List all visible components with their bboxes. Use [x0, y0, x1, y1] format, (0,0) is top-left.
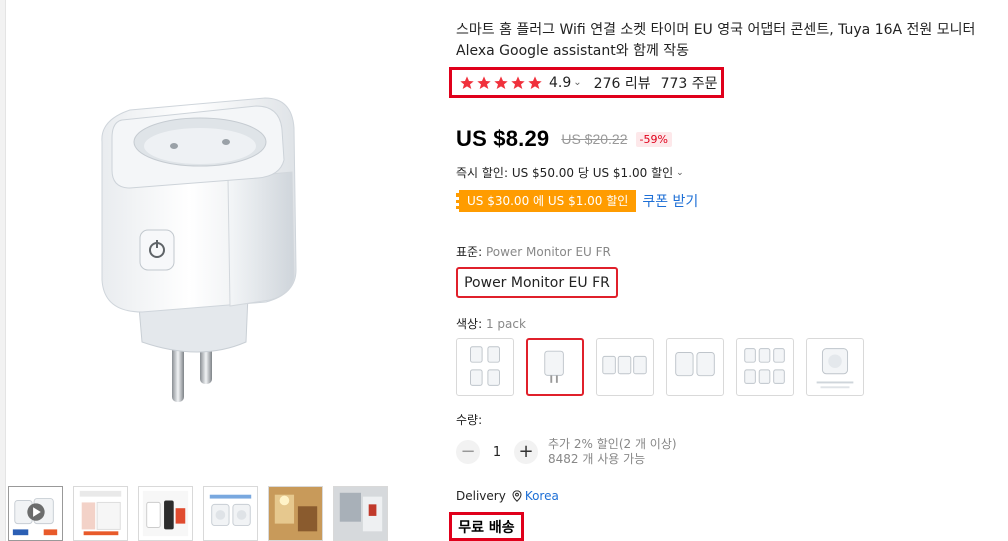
standard-option-button[interactable]: Power Monitor EU FR — [456, 267, 618, 298]
orders-count: 773 주문 — [660, 75, 718, 92]
thumbnail-5[interactable] — [268, 486, 323, 541]
swatch-4-pack[interactable] — [456, 338, 514, 396]
color-label-text: 색상: — [456, 317, 486, 331]
delivery-country-link[interactable]: Korea — [525, 489, 559, 503]
thumbnail-4[interactable] — [203, 486, 258, 541]
star-icon — [460, 75, 474, 89]
star-icon — [477, 75, 491, 89]
swatch-2-pack[interactable] — [666, 338, 724, 396]
color-selected-value: 1 pack — [485, 317, 526, 331]
chevron-down-icon[interactable]: ⌄ — [573, 77, 581, 88]
star-icon — [511, 75, 525, 89]
standard-label-text: 표준: — [456, 245, 486, 259]
chevron-down-icon[interactable]: ⌄ — [676, 168, 684, 178]
quantity-increase-button[interactable]: + — [514, 440, 538, 464]
instant-discount-text: 즉시 할인: US $50.00 당 US $1.00 할인 — [456, 166, 674, 180]
thumbnail-2[interactable] — [73, 486, 128, 541]
original-price: US $20.22 — [561, 131, 628, 147]
thumbnail-3[interactable] — [138, 486, 193, 541]
swatch-6-pack[interactable] — [736, 338, 794, 396]
thumbnail-6[interactable] — [333, 486, 388, 541]
reviews-count[interactable]: 276 리뷰 — [594, 73, 651, 93]
swatch-1-pack[interactable] — [526, 338, 584, 396]
quantity-decrease-button[interactable]: − — [456, 440, 480, 464]
stock-available-note: 8482 개 사용 가능 — [548, 452, 646, 466]
bulk-discount-note: 추가 2% 할인(2 개 이상) — [548, 437, 677, 451]
quantity-label: 수량: — [456, 413, 483, 427]
color-option-label: 색상: 1 pack — [456, 315, 526, 332]
main-product-image — [60, 80, 390, 420]
price-row: US $8.29 US $20.22 -59% — [456, 126, 672, 152]
rating-summary: 4.9 ⌄ 276 리뷰 773 주문 — [449, 67, 724, 98]
get-coupon-link[interactable]: 쿠폰 받기 — [642, 191, 698, 211]
delivery-label: Delivery — [456, 489, 506, 503]
standard-selected-value: Power Monitor EU FR — [485, 245, 611, 259]
quantity-value[interactable]: 1 — [480, 445, 514, 460]
quantity-stepper: − 1 + 추가 2% 할인(2 개 이상) 8482 개 사용 가능 — [456, 437, 677, 467]
swatch-1-pack-box[interactable] — [806, 338, 864, 396]
rating-value[interactable]: 4.9 — [549, 75, 571, 91]
thumbnail-video[interactable] — [8, 486, 63, 541]
coupon-tag: US $30.00 에 US $1.00 할인 — [456, 190, 637, 212]
star-rating — [459, 75, 543, 91]
star-icon — [494, 75, 508, 89]
product-title: 스마트 홈 플러그 Wifi 연결 소켓 타이머 EU 영국 어댑터 콘센트, … — [456, 22, 976, 59]
coupon-row: US $30.00 에 US $1.00 할인 쿠폰 받기 — [456, 190, 698, 212]
color-swatches — [456, 338, 864, 396]
current-price: US $8.29 — [456, 126, 550, 151]
standard-option-label: 표준: Power Monitor EU FR — [456, 243, 611, 260]
location-pin-icon — [512, 490, 522, 502]
thumbnail-strip — [8, 486, 388, 541]
quantity-note: 추가 2% 할인(2 개 이상) 8482 개 사용 가능 — [548, 437, 677, 467]
delivery-row: Delivery Korea — [456, 489, 559, 503]
free-shipping-badge: 무료 배송 — [449, 512, 524, 541]
star-icon — [528, 75, 542, 89]
instant-discount[interactable]: 즉시 할인: US $50.00 당 US $1.00 할인 ⌄ — [456, 164, 684, 181]
discount-badge: -59% — [635, 131, 672, 147]
swatch-3-pack[interactable] — [596, 338, 654, 396]
left-edge-strip — [0, 0, 6, 541]
